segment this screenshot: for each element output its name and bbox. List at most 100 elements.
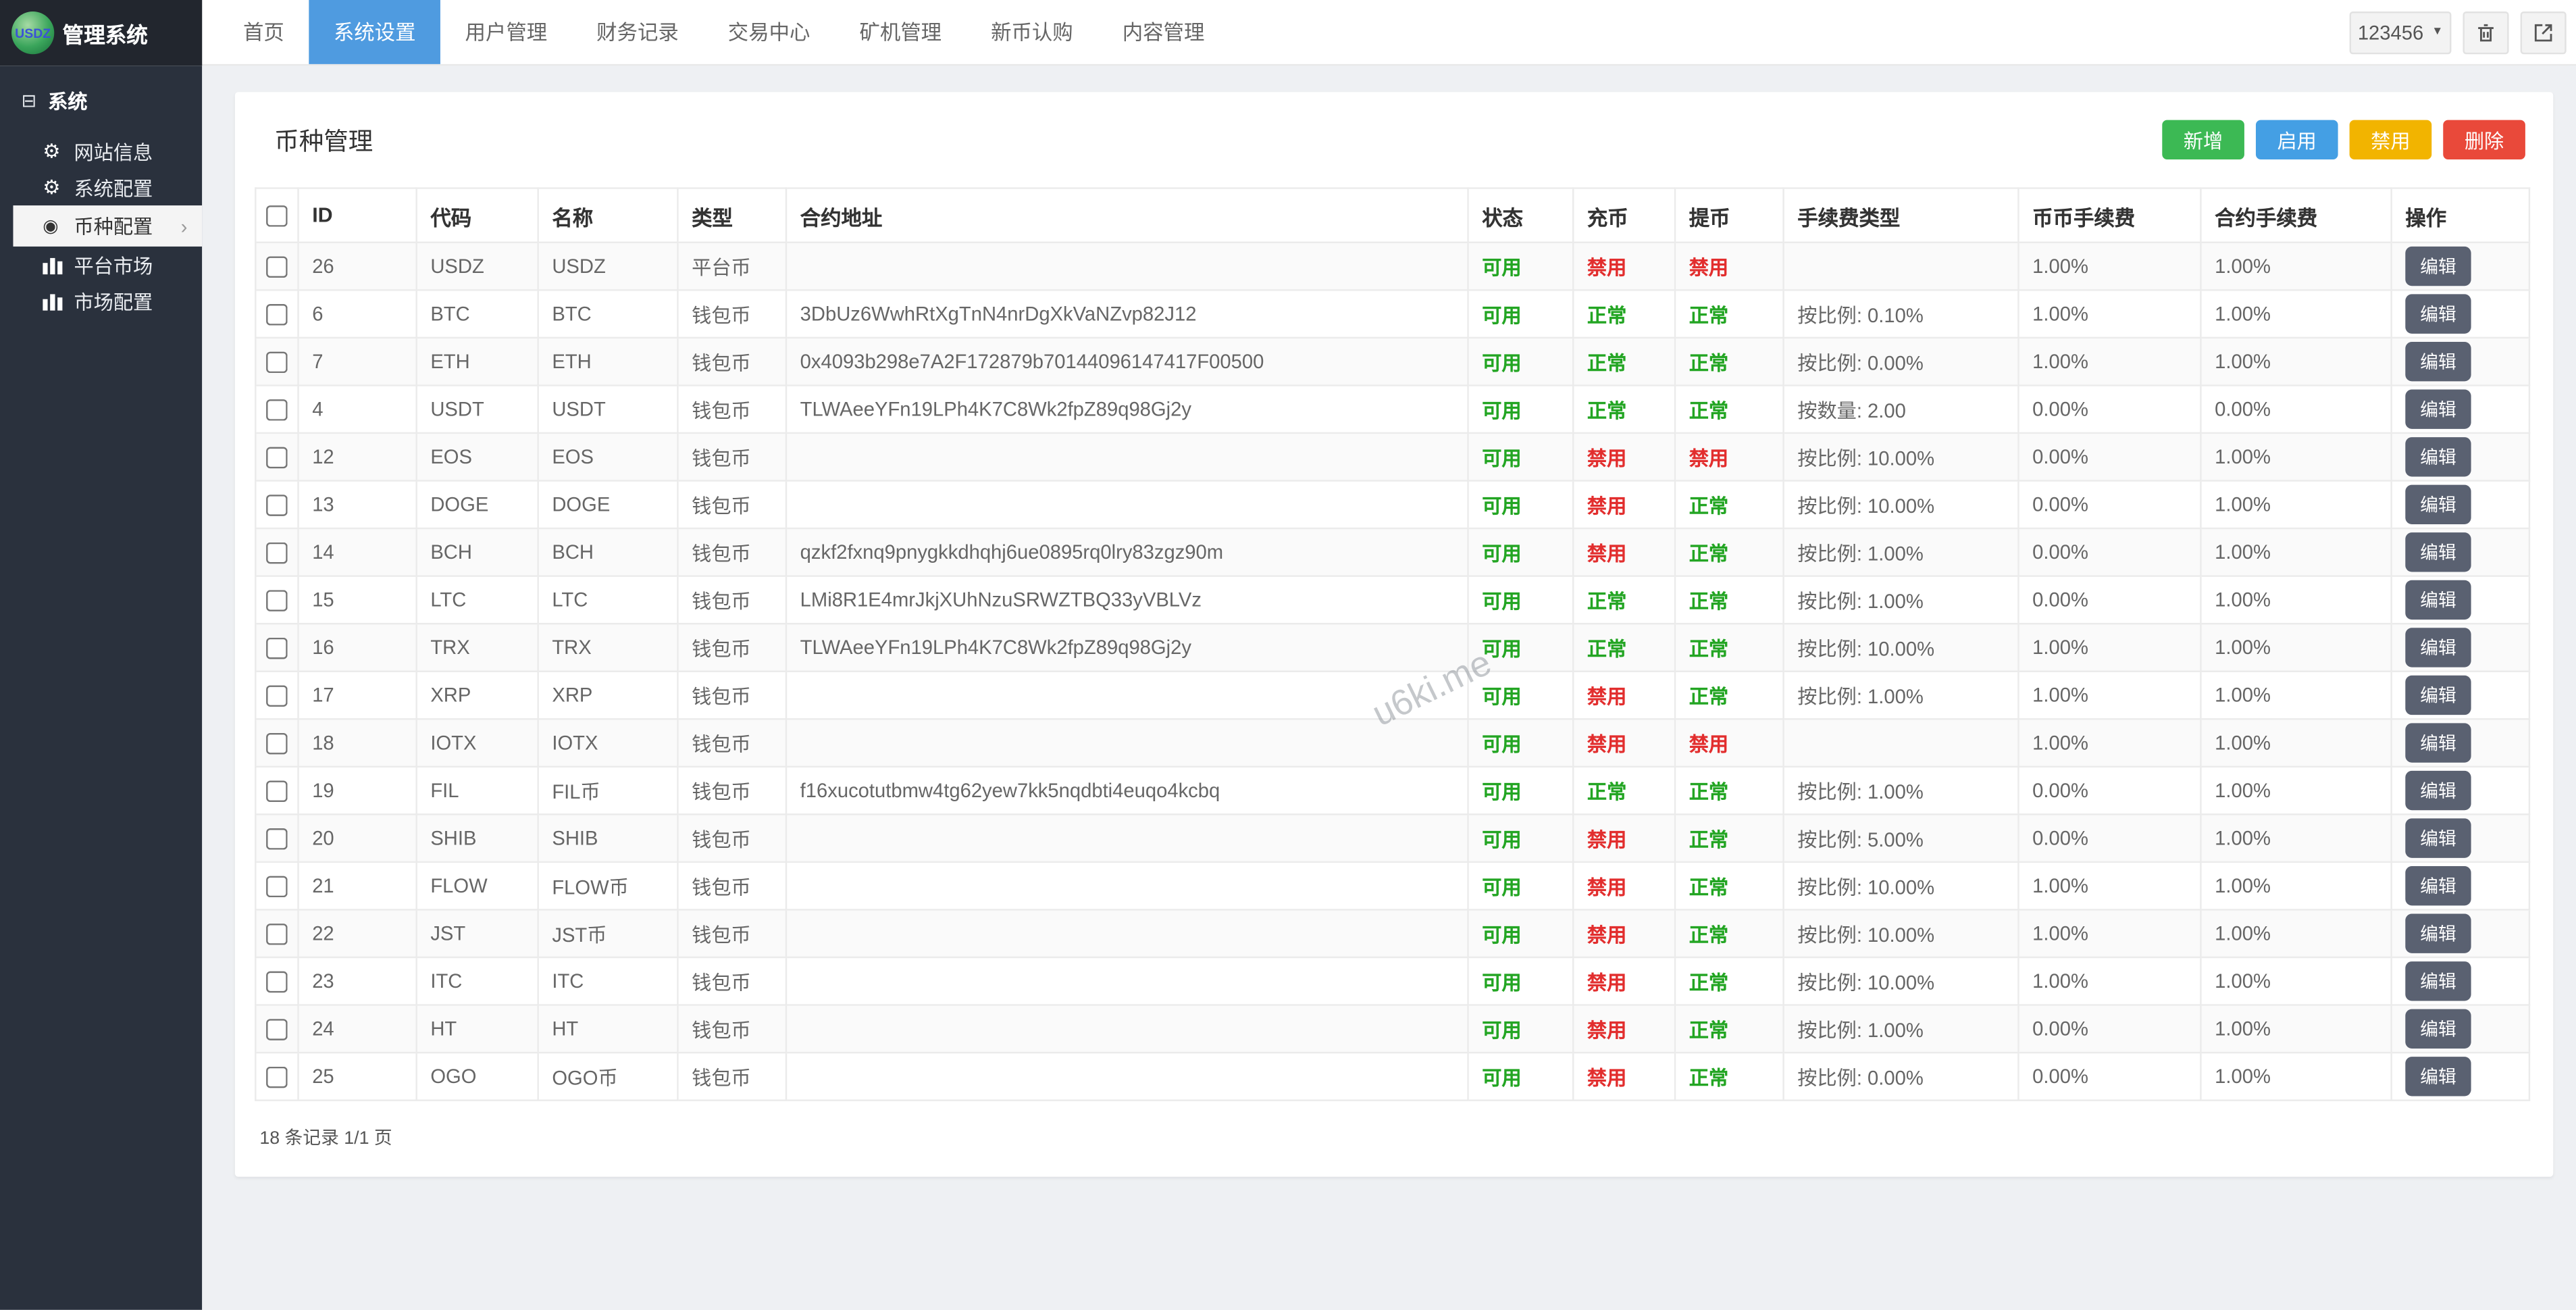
cell-deposit-status: 禁用 [1573, 1005, 1675, 1053]
nav-tab[interactable]: 矿机管理 [835, 0, 967, 64]
row-checkbox[interactable] [266, 352, 288, 374]
row-checkbox[interactable] [266, 447, 288, 469]
enable-button[interactable]: 启用 [2256, 120, 2338, 159]
nav-tab[interactable]: 新币认购 [967, 0, 1098, 64]
cell-type: 钱包币 [677, 1053, 786, 1101]
nav-tab[interactable]: 首页 [219, 0, 309, 64]
select-all-checkbox[interactable] [266, 205, 288, 227]
cell-deposit-status: 正常 [1573, 767, 1675, 815]
nav-tab[interactable]: 系统设置 [309, 0, 440, 64]
edit-button[interactable]: 编辑 [2405, 390, 2471, 429]
cell-contract-address [786, 814, 1468, 862]
edit-button[interactable]: 编辑 [2405, 676, 2471, 715]
row-checkbox[interactable] [266, 304, 288, 326]
cell-type: 钱包币 [677, 338, 786, 386]
edit-button[interactable]: 编辑 [2405, 818, 2471, 857]
sidebar-item-label: 平台市场 [74, 251, 153, 278]
edit-button[interactable]: 编辑 [2405, 723, 2471, 762]
row-checkbox[interactable] [266, 828, 288, 850]
sidebar-section-label: 系统 [48, 87, 87, 115]
cell-coin-fee: 0.00% [2018, 385, 2200, 433]
edit-button[interactable]: 编辑 [2405, 771, 2471, 810]
clear-cache-button[interactable] [2463, 11, 2508, 53]
row-checkbox[interactable] [266, 495, 288, 517]
edit-button[interactable]: 编辑 [2405, 485, 2471, 524]
cell-code: ITC [417, 957, 538, 1005]
edit-button[interactable]: 编辑 [2405, 914, 2471, 953]
cell-id: 18 [299, 719, 417, 767]
sidebar-section-system[interactable]: ⊟ 系统 [0, 66, 202, 133]
cell-type: 钱包币 [677, 672, 786, 720]
cell-deposit-status: 禁用 [1573, 243, 1675, 291]
row-checkbox[interactable] [266, 686, 288, 707]
edit-button[interactable]: 编辑 [2405, 532, 2471, 572]
nav-tab[interactable]: 交易中心 [703, 0, 835, 64]
cell-coin-fee: 1.00% [2018, 624, 2200, 672]
nav-tab[interactable]: 用户管理 [440, 0, 572, 64]
cell-id: 20 [299, 814, 417, 862]
cell-fee-type: 按比例: 1.00% [1784, 672, 2019, 720]
cell-withdraw-status: 正常 [1675, 767, 1784, 815]
nav-tab[interactable]: 内容管理 [1098, 0, 1229, 64]
cell-name: FIL币 [538, 767, 678, 815]
row-checkbox[interactable] [266, 1019, 288, 1041]
sidebar-item[interactable]: 平台市场 [0, 247, 202, 283]
edit-button[interactable]: 编辑 [2405, 437, 2471, 476]
cell-contract-fee: 1.00% [2200, 433, 2391, 481]
add-button[interactable]: 新增 [2162, 120, 2244, 159]
cell-name: IOTX [538, 719, 678, 767]
edit-button[interactable]: 编辑 [2405, 628, 2471, 667]
row-checkbox[interactable] [266, 400, 288, 422]
cell-name: ETH [538, 338, 678, 386]
row-checkbox[interactable] [266, 638, 288, 659]
row-checkbox[interactable] [266, 876, 288, 898]
sidebar-item[interactable]: 市场配置 [0, 282, 202, 319]
edit-button[interactable]: 编辑 [2405, 294, 2471, 333]
row-checkbox[interactable] [266, 1067, 288, 1088]
sidebar-item[interactable]: ⚙ 网站信息 [0, 133, 202, 170]
cell-type: 钱包币 [677, 481, 786, 529]
edit-button[interactable]: 编辑 [2405, 866, 2471, 905]
table-row: 26 USDZ USDZ 平台币 可用 禁用 禁用 1.00% 1.00% 编辑 [255, 243, 2529, 291]
sidebar-item-label: 市场配置 [74, 286, 153, 314]
logout-button[interactable] [2521, 11, 2567, 53]
table-row: 23 ITC ITC 钱包币 可用 禁用 正常 按比例: 10.00% 1.00… [255, 957, 2529, 1005]
row-checkbox[interactable] [266, 590, 288, 612]
cell-contract-address [786, 719, 1468, 767]
user-dropdown[interactable]: 123456 ▼ [2350, 11, 2452, 53]
cell-contract-address [786, 243, 1468, 291]
cell-contract-fee: 1.00% [2200, 624, 2391, 672]
sidebar-item[interactable]: ⚙ 系统配置 [0, 170, 202, 206]
row-checkbox[interactable] [266, 972, 288, 993]
cell-contract-fee: 0.00% [2200, 385, 2391, 433]
cell-status: 可用 [1468, 624, 1574, 672]
row-checkbox[interactable] [266, 257, 288, 278]
row-checkbox[interactable] [266, 733, 288, 755]
nav-tab[interactable]: 财务记录 [572, 0, 704, 64]
edit-button[interactable]: 编辑 [2405, 1009, 2471, 1049]
table-row: 16 TRX TRX 钱包币 TLWAeeYFn19LPh4K7C8Wk2fpZ… [255, 624, 2529, 672]
column-header: 提币 [1675, 188, 1784, 243]
cell-withdraw-status: 正常 [1675, 1005, 1784, 1053]
edit-button[interactable]: 编辑 [2405, 961, 2471, 1001]
user-name: 123456 [2358, 20, 2423, 43]
row-checkbox[interactable] [266, 781, 288, 803]
row-checkbox[interactable] [266, 924, 288, 946]
cell-id: 19 [299, 767, 417, 815]
delete-button[interactable]: 删除 [2443, 120, 2525, 159]
caret-down-icon: ▼ [2431, 26, 2443, 38]
cell-code: XRP [417, 672, 538, 720]
row-checkbox[interactable] [266, 543, 288, 564]
cell-withdraw-status: 正常 [1675, 909, 1784, 957]
cell-id: 6 [299, 290, 417, 338]
cell-deposit-status: 禁用 [1573, 909, 1675, 957]
cell-code: EOS [417, 433, 538, 481]
edit-button[interactable]: 编辑 [2405, 580, 2471, 620]
edit-button[interactable]: 编辑 [2405, 342, 2471, 381]
sidebar-item[interactable]: ◉ 币种配置 › [13, 205, 202, 247]
cell-fee-type: 按比例: 5.00% [1784, 814, 2019, 862]
disable-button[interactable]: 禁用 [2350, 120, 2432, 159]
edit-button[interactable]: 编辑 [2405, 247, 2471, 286]
cell-contract-fee: 1.00% [2200, 1053, 2391, 1101]
edit-button[interactable]: 编辑 [2405, 1057, 2471, 1096]
